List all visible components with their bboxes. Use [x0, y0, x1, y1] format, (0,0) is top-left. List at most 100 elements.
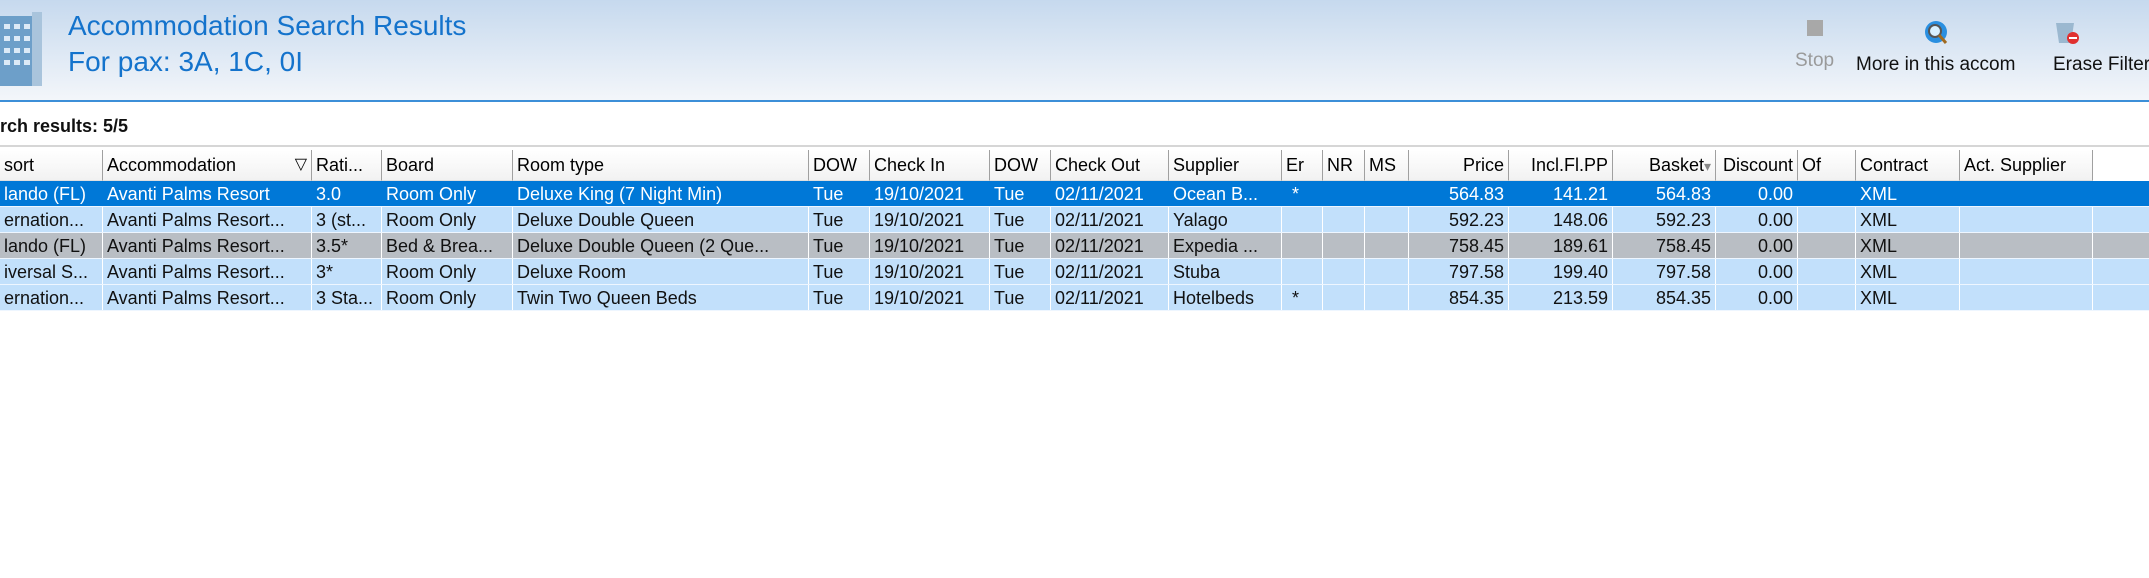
cell-accommodation: Avanti Palms Resort... [103, 259, 312, 284]
cell-supplier: Hotelbeds [1169, 285, 1282, 310]
cell-dow-in: Tue [809, 259, 870, 284]
erase-filter-button[interactable]: Erase Filter [2053, 20, 2149, 76]
cell-ms [1365, 259, 1409, 284]
cell-nr [1323, 233, 1365, 258]
erase-filter-icon [2056, 23, 2079, 44]
cell-dow-out: Tue [990, 259, 1051, 284]
cell-basket: 854.35 [1613, 285, 1716, 310]
cell-act-supplier [1960, 233, 2093, 258]
hotel-building-icon [0, 12, 42, 86]
filter-icon[interactable]: ▽ [295, 150, 307, 180]
divider [0, 145, 2149, 147]
cell-accommodation: Avanti Palms Resort [103, 181, 312, 206]
cell-dow-in: Tue [809, 207, 870, 232]
cell-basket: 592.23 [1613, 207, 1716, 232]
column-header-discount[interactable]: Discount [1716, 150, 1798, 181]
cell-check-in: 19/10/2021 [870, 259, 990, 284]
column-header-resort[interactable]: sort [0, 150, 103, 181]
cell-room-type: Deluxe Room [513, 259, 809, 284]
sort-desc-icon: ▾ [1703, 158, 1711, 174]
cell-nr [1323, 207, 1365, 232]
stop-button[interactable]: Stop [1795, 20, 1834, 72]
cell-price: 592.23 [1409, 207, 1509, 232]
cell-of [1798, 181, 1856, 206]
column-header-check-in[interactable]: Check In [870, 150, 990, 181]
cell-contract: XML [1856, 233, 1960, 258]
cell-er [1282, 207, 1323, 232]
table-row[interactable]: ernation... Avanti Palms Resort... 3 (st..… [0, 207, 2149, 233]
cell-accommodation: Avanti Palms Resort... [103, 207, 312, 232]
cell-supplier: Ocean B... [1169, 181, 1282, 206]
cell-check-out: 02/11/2021 [1051, 285, 1169, 310]
column-header-ms[interactable]: MS [1365, 150, 1409, 181]
cell-resort: lando (FL) [0, 233, 103, 258]
cell-rating: 3* [312, 259, 382, 284]
cell-dow-out: Tue [990, 233, 1051, 258]
column-header-accommodation[interactable]: Accommodation ▽ [103, 150, 312, 181]
cell-discount: 0.00 [1716, 181, 1798, 206]
cell-room-type: Deluxe Double Queen [513, 207, 809, 232]
cell-ms [1365, 207, 1409, 232]
column-header-dow-in[interactable]: DOW [809, 150, 870, 181]
cell-discount: 0.00 [1716, 233, 1798, 258]
cell-incl-fl-pp: 199.40 [1509, 259, 1613, 284]
cell-board: Room Only [382, 207, 513, 232]
table-row[interactable]: lando (FL) Avanti Palms Resort 3.0 Room Onl… [0, 181, 2149, 207]
cell-check-out: 02/11/2021 [1051, 233, 1169, 258]
cell-rating: 3.5* [312, 233, 382, 258]
column-header-supplier[interactable]: Supplier [1169, 150, 1282, 181]
column-header-basket[interactable]: Basket▾ [1613, 150, 1716, 181]
cell-nr [1323, 181, 1365, 206]
column-header-rating[interactable]: Rati... [312, 150, 382, 181]
column-header-nr[interactable]: NR [1323, 150, 1365, 181]
cell-basket: 564.83 [1613, 181, 1716, 206]
cell-check-out: 02/11/2021 [1051, 181, 1169, 206]
cell-check-out: 02/11/2021 [1051, 259, 1169, 284]
cell-ms [1365, 181, 1409, 206]
column-header-room-type[interactable]: Room type [513, 150, 809, 181]
cell-discount: 0.00 [1716, 259, 1798, 284]
column-header-check-out[interactable]: Check Out [1051, 150, 1169, 181]
cell-contract: XML [1856, 259, 1960, 284]
cell-contract: XML [1856, 181, 1960, 206]
table-row[interactable]: ernation... Avanti Palms Resort... 3 Sta..… [0, 285, 2149, 311]
cell-supplier: Stuba [1169, 259, 1282, 284]
column-header-er[interactable]: Er [1282, 150, 1323, 181]
cell-incl-fl-pp: 213.59 [1509, 285, 1613, 310]
cell-act-supplier [1960, 259, 2093, 284]
cell-act-supplier [1960, 207, 2093, 232]
cell-nr [1323, 259, 1365, 284]
cell-basket: 758.45 [1613, 233, 1716, 258]
column-header-act-supplier[interactable]: Act. Supplier [1960, 150, 2093, 181]
cell-board: Room Only [382, 181, 513, 206]
cell-contract: XML [1856, 285, 1960, 310]
cell-er [1282, 259, 1323, 284]
cell-room-type: Twin Two Queen Beds [513, 285, 809, 310]
column-header-of[interactable]: Of [1798, 150, 1856, 181]
cell-dow-out: Tue [990, 207, 1051, 232]
cell-ms [1365, 233, 1409, 258]
cell-board: Bed & Brea... [382, 233, 513, 258]
table-row[interactable]: iversal S... Avanti Palms Resort... 3* Room… [0, 259, 2149, 285]
more-in-this-accom-button[interactable]: More in this accom [1856, 20, 2015, 76]
pax-subtitle: For pax: 3A, 1C, 0I [68, 46, 303, 77]
cell-rating: 3 Sta... [312, 285, 382, 310]
cell-accommodation: Avanti Palms Resort... [103, 233, 312, 258]
cell-er: * [1282, 285, 1323, 310]
cell-check-in: 19/10/2021 [870, 181, 990, 206]
cell-accommodation: Avanti Palms Resort... [103, 285, 312, 310]
column-header-board[interactable]: Board [382, 150, 513, 181]
cell-board: Room Only [382, 285, 513, 310]
column-header-incl-fl-pp[interactable]: Incl.Fl.PP [1509, 150, 1613, 181]
table-row[interactable]: lando (FL) Avanti Palms Resort... 3.5* Bed … [0, 233, 2149, 259]
cell-discount: 0.00 [1716, 207, 1798, 232]
cell-of [1798, 259, 1856, 284]
column-header-price[interactable]: Price [1409, 150, 1509, 181]
cell-board: Room Only [382, 259, 513, 284]
column-header-dow-out[interactable]: DOW [990, 150, 1051, 181]
cell-of [1798, 207, 1856, 232]
cell-er [1282, 233, 1323, 258]
results-grid[interactable]: sort Accommodation ▽ Rati... Board Room type D… [0, 150, 2149, 311]
column-header-contract[interactable]: Contract [1856, 150, 1960, 181]
page-title: Accommodation Search Results [68, 10, 467, 41]
